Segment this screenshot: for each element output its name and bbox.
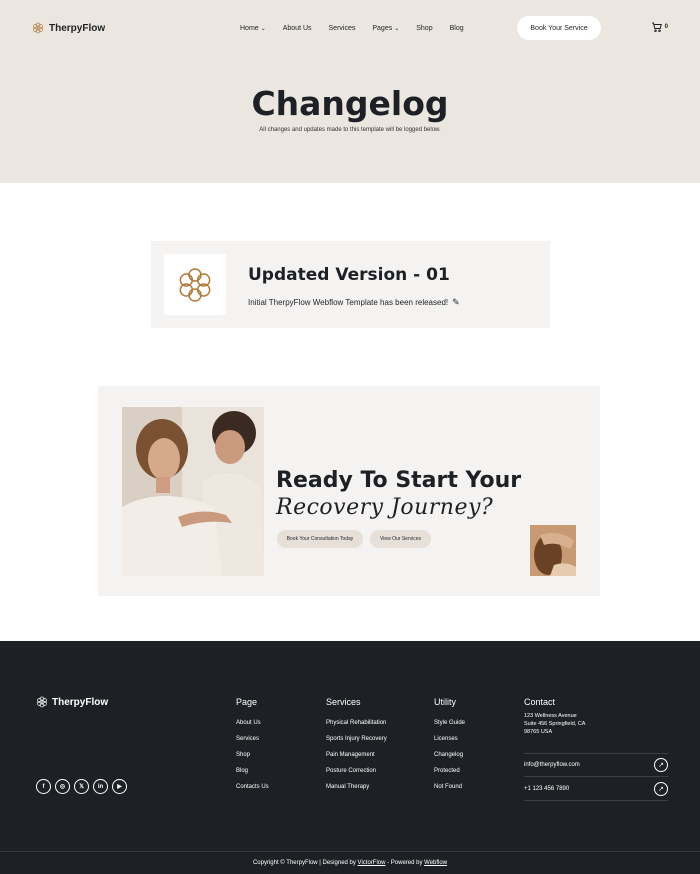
contact-email: info@therpyflow.com	[524, 762, 580, 768]
footer-column-utility: Utility Style Guide Licenses Changelog P…	[434, 697, 465, 799]
nav-item-about[interactable]: About Us	[283, 25, 312, 32]
footer-column-title: Utility	[434, 697, 456, 707]
x-icon[interactable]: 𝕏	[74, 779, 89, 794]
arrow-up-right-icon: ↗	[654, 781, 668, 796]
flower-logo-icon	[37, 696, 47, 708]
copyright-bar: Copyright © TherpyFlow | Designed by Vic…	[0, 851, 700, 874]
footer-brand-logo[interactable]: TherpyFlow	[36, 696, 108, 708]
hero-section: TherpyFlow Home ⌄ About Us Services Pages…	[0, 0, 700, 183]
massage-photo-illustration	[530, 525, 576, 576]
contact-phone-row[interactable]: +1 123 456 7890 ↗	[524, 777, 668, 801]
footer-link[interactable]: About Us	[236, 719, 269, 735]
chevron-down-icon: ⌄	[394, 25, 400, 32]
footer-link[interactable]: Physical Rehabilitation	[326, 719, 387, 735]
brand-logo[interactable]: TherpyFlow	[32, 22, 105, 34]
top-navigation: TherpyFlow Home ⌄ About Us Services Pages…	[32, 16, 668, 40]
changelog-title: Updated Version - 01	[248, 265, 450, 285]
footer-link[interactable]: Style Guide	[434, 719, 465, 735]
social-links: f ◎ 𝕏 in ▶	[36, 779, 127, 794]
site-footer: TherpyFlow f ◎ 𝕏 in ▶ Page About Us Serv…	[0, 641, 700, 874]
footer-link[interactable]: Licenses	[434, 735, 465, 751]
youtube-icon[interactable]: ▶	[112, 779, 127, 794]
footer-contact: Contact 123 Wellness Avenue Suite 456 Sp…	[524, 697, 668, 801]
footer-link[interactable]: Blog	[236, 767, 269, 783]
view-services-button[interactable]: View Our Services	[370, 530, 431, 548]
quill-pen-icon: ✎	[452, 297, 460, 307]
cta-heading: Ready To Start Your	[276, 468, 522, 493]
platform-link[interactable]: Webflow	[424, 860, 447, 866]
flower-logo-icon	[33, 22, 43, 34]
cart-button[interactable]: 0	[651, 21, 668, 33]
book-consultation-button[interactable]: Book Your Consultation Today	[277, 530, 363, 548]
nav-item-blog[interactable]: Blog	[450, 25, 464, 32]
nav-item-services[interactable]: Services	[329, 25, 356, 32]
footer-link[interactable]: Protected	[434, 767, 465, 783]
footer-link[interactable]: Pain Management	[326, 751, 387, 767]
contact-phone: +1 123 456 7890	[524, 785, 570, 792]
linkedin-icon[interactable]: in	[93, 779, 108, 794]
designer-link[interactable]: VictorFlow	[358, 860, 386, 866]
footer-link[interactable]: Posture Correction	[326, 767, 387, 783]
footer-column-title: Contact	[524, 697, 556, 707]
instagram-icon[interactable]: ◎	[55, 779, 70, 794]
footer-link[interactable]: Not Found	[434, 783, 465, 799]
main-menu: Home ⌄ About Us Services Pages ⌄ Shop Blog	[240, 25, 464, 32]
footer-link[interactable]: Manual Therapy	[326, 783, 387, 799]
flower-icon	[179, 267, 211, 302]
nav-item-home[interactable]: Home ⌄	[240, 25, 266, 32]
nav-item-shop[interactable]: Shop	[416, 25, 432, 32]
page-subtitle: All changes and updates made to this tem…	[259, 127, 441, 133]
footer-link[interactable]: Sports Injury Recovery	[326, 735, 387, 751]
page-title: Changelog	[251, 84, 449, 123]
footer-link[interactable]: Shop	[236, 751, 269, 767]
footer-column-title: Services	[326, 697, 361, 707]
facebook-icon[interactable]: f	[36, 779, 51, 794]
contact-address: 123 Wellness Avenue Suite 456 Springfiel…	[524, 713, 586, 735]
book-service-button[interactable]: Book Your Service	[517, 16, 601, 40]
changelog-entry: Updated Version - 01 Initial TherpyFlow …	[151, 241, 550, 328]
cart-icon	[651, 22, 662, 32]
changelog-description: Initial TherpyFlow Webflow Template has …	[248, 297, 460, 307]
therapy-photo-illustration	[122, 407, 264, 576]
footer-column-page: Page About Us Services Shop Blog Contact…	[236, 697, 269, 799]
massage-photo	[530, 525, 576, 576]
footer-link[interactable]: Services	[236, 735, 269, 751]
footer-column-services: Services Physical Rehabilitation Sports …	[326, 697, 387, 799]
footer-link[interactable]: Contacts Us	[236, 783, 269, 799]
footer-link[interactable]: Changelog	[434, 751, 465, 767]
brand-name: TherpyFlow	[49, 22, 106, 34]
footer-column-title: Page	[236, 697, 258, 707]
chevron-down-icon: ⌄	[260, 25, 266, 32]
changelog-thumbnail	[164, 254, 226, 315]
nav-item-pages[interactable]: Pages ⌄	[372, 25, 399, 32]
cta-heading-italic: Recovery Journey?	[276, 495, 494, 520]
cart-count: 0	[664, 24, 668, 30]
contact-email-row[interactable]: info@therpyflow.com ↗	[524, 753, 668, 777]
arrow-up-right-icon: ↗	[654, 758, 668, 772]
therapy-photo	[122, 407, 264, 576]
footer-brand-name: TherpyFlow	[52, 696, 109, 708]
cta-section: Ready To Start Your Recovery Journey? Bo…	[98, 386, 600, 596]
